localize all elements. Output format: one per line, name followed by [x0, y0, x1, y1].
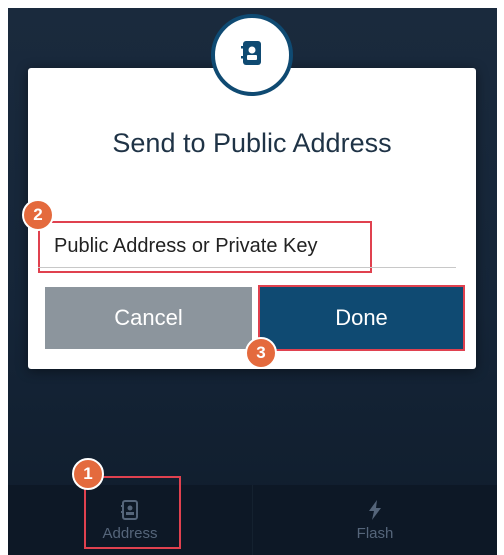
cancel-button[interactable]: Cancel: [45, 287, 252, 349]
bottom-tab-bar: Address Flash: [8, 485, 497, 555]
lightning-icon: [364, 499, 386, 521]
step-badge-1: 1: [72, 458, 104, 490]
done-button[interactable]: Done: [258, 285, 465, 351]
address-book-icon: [241, 40, 263, 71]
step-badge-2: 2: [22, 199, 54, 231]
tab-flash-label: Flash: [356, 524, 394, 542]
tab-flash[interactable]: Flash: [252, 485, 497, 555]
address-tab-highlight-box: [84, 476, 181, 549]
dialog-title: Send to Public Address: [112, 128, 392, 158]
input-underline: [38, 267, 456, 268]
step-badge-3: 3: [245, 337, 277, 369]
dialog-icon-badge: [211, 14, 293, 96]
public-address-input[interactable]: Public Address or Private Key: [54, 235, 317, 258]
